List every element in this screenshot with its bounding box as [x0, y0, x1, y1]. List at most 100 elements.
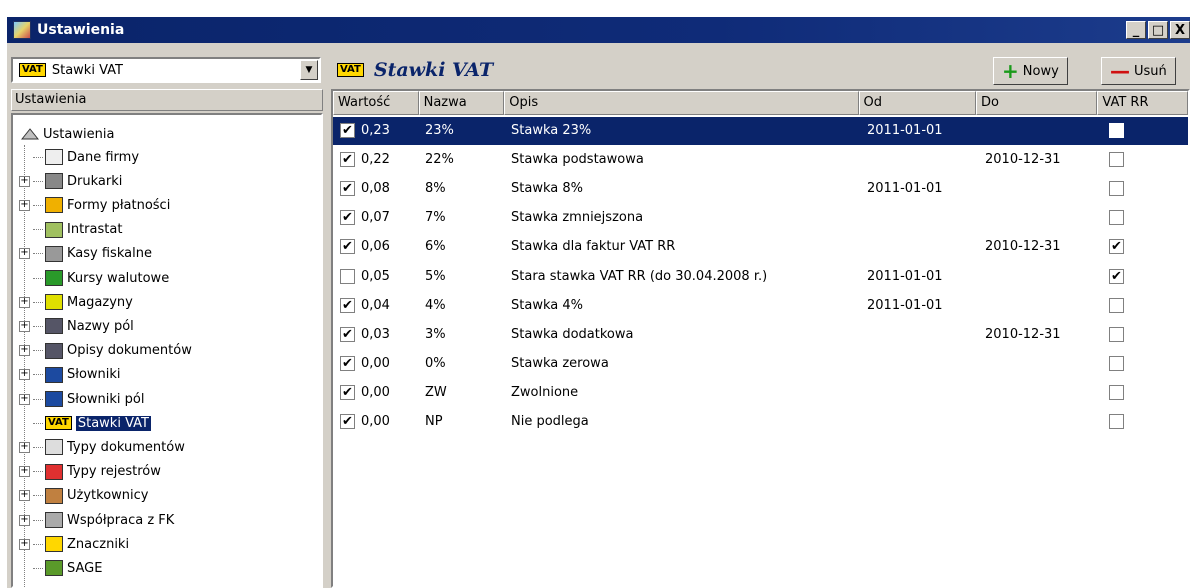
vat-rr-checkbox[interactable]: [1109, 414, 1124, 429]
intrastat-icon: [45, 221, 63, 238]
vat-rates-panel: VAT Stawki VAT + Nowy — Usuń Wartość Naz…: [331, 43, 1190, 588]
tree-item[interactable]: Intrastat: [19, 219, 122, 241]
tree-item[interactable]: + Użytkownicy: [19, 485, 148, 507]
tree-item[interactable]: + Słowniki pól: [19, 388, 144, 410]
vat-rr-checkbox[interactable]: [1109, 152, 1124, 168]
tree-item[interactable]: + Kasy fiskalne: [19, 243, 152, 265]
active-checkbox[interactable]: ✔: [340, 297, 355, 313]
expand-icon[interactable]: +: [19, 514, 30, 526]
vat-rr-checkbox[interactable]: [1109, 181, 1124, 197]
table-row[interactable]: ✔ 0,06 6% Stawka dla faktur VAT RR 2010-12-3…: [333, 233, 1188, 261]
expand-icon[interactable]: +: [19, 320, 30, 332]
new-button[interactable]: + Nowy: [993, 57, 1068, 85]
table-row[interactable]: ✔ 0,00 0% Stawka zerowa: [333, 350, 1188, 378]
expand-icon[interactable]: +: [19, 538, 30, 550]
cash-register-icon: [45, 245, 63, 262]
table-row[interactable]: ✔ 0,00 ZW Zwolnione: [333, 379, 1188, 407]
cell-value: 0,00: [361, 414, 390, 429]
delete-button[interactable]: — Usuń: [1101, 57, 1176, 85]
expand-icon[interactable]: +: [19, 345, 30, 357]
active-checkbox[interactable]: ✔: [340, 384, 355, 400]
active-checkbox[interactable]: ✔: [340, 181, 355, 197]
active-checkbox[interactable]: ✔: [340, 239, 355, 255]
tree-item[interactable]: + Słowniki: [19, 364, 121, 386]
column-header-description[interactable]: Opis: [504, 91, 859, 115]
vat-rr-checkbox[interactable]: [1109, 297, 1124, 313]
column-header-name[interactable]: Nazwa: [418, 91, 505, 115]
cell-description: Stara stawka VAT RR (do 30.04.2008 r.): [511, 268, 768, 284]
active-checkbox[interactable]: ✔: [340, 123, 355, 138]
tree-item[interactable]: + Typy dokumentów: [19, 436, 185, 458]
tree-item[interactable]: SAGE: [19, 557, 102, 579]
active-checkbox[interactable]: ✔: [340, 152, 355, 168]
expand-icon[interactable]: +: [19, 248, 30, 260]
tree-root[interactable]: Ustawienia: [21, 124, 114, 144]
cell-value: 0,06: [361, 239, 390, 255]
column-header-to[interactable]: Do: [975, 91, 1098, 115]
tree-item[interactable]: Kursy walutowe: [19, 267, 169, 289]
vat-rates-grid[interactable]: Wartość Nazwa Opis Od Do VAT RR ✔ 0,23 23%…: [331, 89, 1190, 588]
tree-item[interactable]: + Opisy dokumentów: [19, 340, 192, 362]
table-row[interactable]: ✔ 0,08 8% Stawka 8% 2011-01-01: [333, 175, 1188, 203]
tree-root-label: Ustawienia: [43, 126, 115, 142]
table-row[interactable]: ✔ 0,22 22% Stawka podstawowa 2010-12-31: [333, 146, 1188, 174]
active-checkbox[interactable]: ✔: [340, 210, 355, 226]
column-header-value[interactable]: Wartość: [333, 91, 419, 115]
settings-combo[interactable]: VAT Stawki VAT ▼: [11, 57, 321, 83]
column-header-vat-rr[interactable]: VAT RR: [1097, 91, 1188, 115]
tree-connector: [33, 446, 43, 448]
expand-icon[interactable]: +: [19, 175, 30, 187]
expand-icon[interactable]: +: [19, 393, 30, 405]
expand-icon[interactable]: +: [19, 490, 30, 502]
cell-description: Stawka zerowa: [511, 355, 609, 371]
expand-icon[interactable]: +: [19, 369, 30, 381]
vat-rr-checkbox[interactable]: [1109, 210, 1124, 226]
tree-item[interactable]: VAT Stawki VAT: [19, 412, 151, 434]
active-checkbox[interactable]: ✔: [340, 326, 355, 342]
expand-icon[interactable]: +: [19, 296, 30, 308]
active-checkbox[interactable]: [340, 268, 355, 284]
expand-icon[interactable]: +: [19, 199, 30, 211]
expand-icon[interactable]: +: [19, 466, 30, 478]
cell-to: 2010-12-31: [985, 152, 1061, 168]
expand-icon[interactable]: +: [19, 441, 30, 453]
tree-item[interactable]: + Znaczniki: [19, 533, 129, 555]
table-row[interactable]: ✔ 0,04 4% Stawka 4% 2011-01-01: [333, 292, 1188, 320]
tree-item[interactable]: + Magazyny: [19, 291, 133, 313]
tree-item[interactable]: + Typy rejestrów: [19, 461, 161, 483]
cell-value: 0,03: [361, 326, 390, 342]
vat-rr-checkbox[interactable]: ✔: [1109, 268, 1124, 284]
vat-rr-checkbox[interactable]: [1109, 355, 1124, 371]
delete-button-label: Usuń: [1134, 63, 1167, 79]
vat-rr-checkbox[interactable]: ✔: [1109, 239, 1124, 255]
cell-value: 0,23: [361, 123, 390, 138]
vat-rr-checkbox[interactable]: [1109, 123, 1124, 138]
vat-icon: VAT: [45, 416, 72, 431]
maximize-button[interactable]: □: [1148, 21, 1168, 39]
active-checkbox[interactable]: ✔: [340, 414, 355, 429]
table-row[interactable]: ✔ 0,07 7% Stawka zmniejszona: [333, 204, 1188, 232]
vat-rr-checkbox[interactable]: [1109, 384, 1124, 400]
minimize-button[interactable]: _: [1126, 21, 1146, 39]
close-button[interactable]: X: [1170, 21, 1190, 39]
table-row[interactable]: ✔ 0,23 23% Stawka 23% 2011-01-01: [333, 117, 1188, 145]
tree-item[interactable]: + Formy płatności: [19, 194, 170, 216]
cell-name: 8%: [425, 181, 446, 197]
vat-rr-checkbox[interactable]: [1109, 326, 1124, 342]
cell-description: Stawka dla faktur VAT RR: [511, 239, 676, 255]
tree-connector: [33, 471, 43, 473]
tree-item[interactable]: Dane firmy: [19, 146, 139, 168]
column-header-from[interactable]: Od: [858, 91, 976, 115]
table-row[interactable]: ✔ 0,00 NP Nie podlega: [333, 408, 1188, 436]
tree-item[interactable]: + Drukarki: [19, 170, 122, 192]
cell-to: 2010-12-31: [985, 239, 1061, 255]
cell-name: 23%: [425, 123, 454, 138]
active-checkbox[interactable]: ✔: [340, 355, 355, 371]
tree-item[interactable]: + Współpraca z FK: [19, 509, 174, 531]
settings-tree[interactable]: Ustawienia Dane firmy + Drukarki + Formy pła…: [11, 113, 323, 588]
tree-item[interactable]: + Nazwy pól: [19, 315, 134, 337]
chevron-down-icon[interactable]: ▼: [300, 60, 318, 80]
table-row[interactable]: ✔ 0,03 3% Stawka dodatkowa 2010-12-31: [333, 321, 1188, 349]
table-row[interactable]: 0,05 5% Stara stawka VAT RR (do 30.04.2008…: [333, 263, 1188, 291]
fk-sync-icon: [45, 512, 63, 528]
